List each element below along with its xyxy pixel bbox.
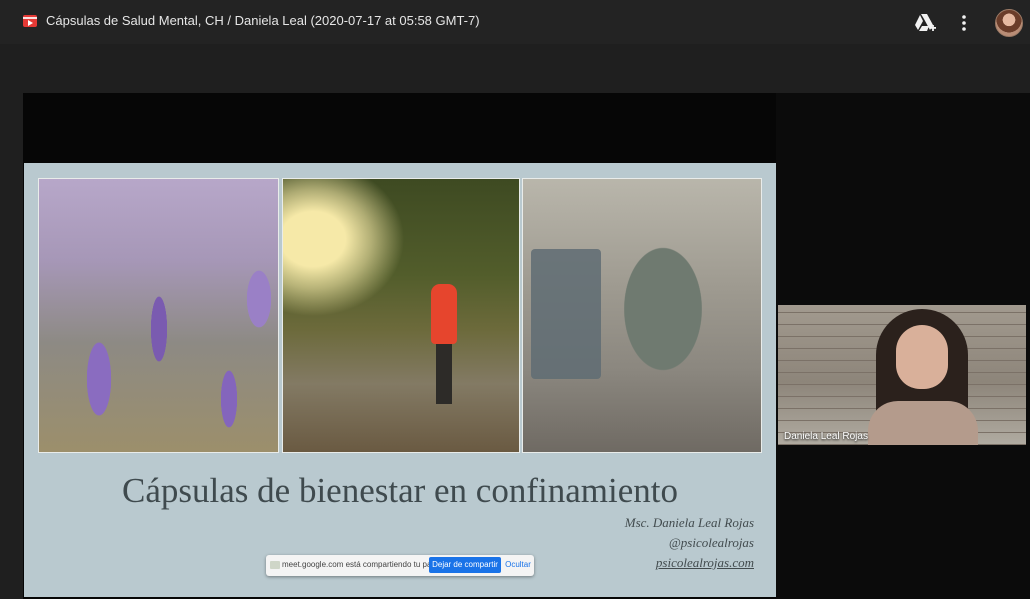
avatar[interactable] bbox=[995, 9, 1023, 37]
share-message: meet.google.com está compartiendo tu pan… bbox=[282, 560, 453, 569]
hide-button[interactable]: Ocultar bbox=[504, 557, 532, 573]
yoga-shelf bbox=[531, 249, 601, 379]
slide-website: psicolealrojas.com bbox=[655, 555, 754, 570]
shared-screen: Cápsulas de bienestar en confinamiento M… bbox=[23, 93, 776, 599]
video-file-icon bbox=[23, 15, 37, 27]
participant-tile[interactable] bbox=[778, 305, 1026, 445]
stop-sharing-button[interactable]: Dejar de compartir bbox=[429, 557, 501, 573]
presentation-slide: Cápsulas de bienestar en confinamiento M… bbox=[24, 163, 776, 597]
top-bar: Cápsulas de Salud Mental, CH / Daniela L… bbox=[0, 0, 1030, 44]
page-title: Cápsulas de Salud Mental, CH / Daniela L… bbox=[46, 13, 480, 28]
participant-face bbox=[896, 325, 948, 389]
runner-photo bbox=[282, 178, 520, 453]
slide-title: Cápsulas de bienestar en confinamiento bbox=[122, 471, 678, 510]
screen-share-notification: meet.google.com está compartiendo tu pan… bbox=[266, 555, 534, 576]
slide-author: Msc. Daniela Leal Rojas bbox=[624, 515, 754, 530]
participant-name: Daniela Leal Rojas bbox=[784, 431, 868, 442]
runner-figure bbox=[431, 284, 457, 344]
screen-share-icon bbox=[270, 561, 280, 569]
participant-body bbox=[868, 401, 978, 445]
runner-legs bbox=[436, 344, 452, 404]
lavender-photo bbox=[38, 178, 279, 453]
more-vert-icon[interactable] bbox=[955, 12, 973, 34]
drive-add-icon[interactable] bbox=[914, 13, 936, 33]
slide-handle: @psicolealrojas bbox=[668, 535, 754, 550]
yoga-photo bbox=[522, 178, 762, 453]
